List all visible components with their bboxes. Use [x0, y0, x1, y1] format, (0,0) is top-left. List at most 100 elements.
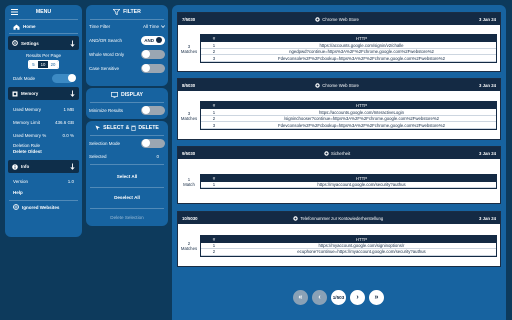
match-table: # HTTP 1 https://myaccount.google.com/signi…: [200, 234, 497, 257]
result-site-title[interactable]: Chrome Web Store: [322, 83, 359, 88]
result-card[interactable]: 8/5030 Chrome Web Store 3 Jan 24 3 Matches # H…: [177, 78, 501, 140]
rpp-option-5[interactable]: 5: [29, 61, 38, 68]
select-delete-header[interactable]: SELECT & DELETE: [86, 121, 168, 135]
rpp-option-10[interactable]: 10: [38, 61, 48, 68]
result-card[interactable]: 9/5030 Sicherheit 3 Jan 24 1 Match # HTTP 1 http…: [177, 146, 501, 204]
minimize-results-label: Minimize Results: [89, 107, 124, 113]
match-count: 1 Match: [178, 159, 200, 204]
memory-limit-label: Memory Limit: [13, 120, 41, 125]
home-label: Home: [23, 24, 36, 29]
delete-label: DELETE: [138, 125, 159, 131]
match-table: # HTTP 1 https://accounts.google.com/signin…: [200, 34, 497, 63]
selection-mode-label: Selection Mode: [89, 140, 121, 146]
row-url[interactable]: https://myaccount.google.com/security?au…: [227, 182, 496, 187]
deletion-rule-value[interactable]: Delete Oldest: [13, 149, 74, 155]
whole-word-toggle[interactable]: [141, 49, 165, 59]
row-url[interactable]: Fdevconsole%2F%2Fcbookup=https%3A%2F%2Fc…: [227, 123, 496, 128]
rpp-option-20[interactable]: 20: [48, 61, 58, 68]
used-memory-pct-value: 0.0 %: [62, 133, 74, 138]
home-button[interactable]: Home: [5, 20, 82, 33]
select-all-button[interactable]: Select All: [86, 167, 168, 187]
ignored-websites-button[interactable]: Ignored Websites: [5, 201, 82, 213]
row-url[interactable]: ngedpwd?continue=https%3A%2F%2Fchrome.go…: [227, 49, 496, 54]
filter-funnel-icon: [113, 9, 121, 15]
column-header-http: HTTP: [355, 236, 368, 242]
info-section-header[interactable]: Info: [8, 160, 79, 173]
menu-header[interactable]: MENU: [5, 5, 82, 19]
used-memory-label: Used Memory: [13, 107, 42, 112]
deselect-all-button[interactable]: Deselect All: [86, 188, 168, 208]
next-page-button[interactable]: ›: [350, 290, 365, 305]
site-favicon-icon: [315, 82, 320, 88]
display-header[interactable]: DISPLAY: [86, 88, 168, 102]
time-filter-select[interactable]: All Time: [143, 24, 165, 29]
last-page-button[interactable]: »: [369, 290, 384, 305]
prev-page-button[interactable]: ‹: [312, 290, 327, 305]
first-page-button[interactable]: «: [293, 290, 308, 305]
filter-header[interactable]: FILTER: [86, 5, 168, 19]
case-sensitive-toggle[interactable]: [141, 63, 165, 73]
result-site-title[interactable]: Telefonnummer zur Kontowiederherstellung: [300, 216, 383, 221]
site-favicon-icon: [293, 215, 299, 221]
table-row[interactable]: 1 https://myaccount.google.com/security?a…: [201, 182, 496, 189]
used-memory-value: 1 MB: [63, 107, 74, 112]
last-page-icon: »: [374, 294, 379, 301]
filter-panel: FILTER Time Filter All Time AND/OR Searc…: [86, 5, 168, 86]
result-site-title[interactable]: Chrome Web Store: [322, 17, 359, 22]
whole-word-label: Whole Word Only: [89, 51, 125, 57]
help-label: Help: [13, 190, 23, 195]
result-date: 3 Jan 24: [479, 215, 496, 221]
minimize-results-toggle[interactable]: [141, 105, 165, 115]
result-site-title[interactable]: Sicherheit: [331, 151, 350, 156]
delete-selection-button[interactable]: Delete Selection: [86, 209, 168, 227]
column-header-number: #: [212, 175, 216, 181]
selection-mode-toggle[interactable]: [141, 138, 165, 148]
info-title: Info: [21, 164, 30, 169]
row-number: 3: [212, 55, 216, 61]
row-number: 1: [212, 242, 216, 248]
row-number: 2: [212, 116, 216, 121]
andor-toggle[interactable]: AND: [141, 35, 165, 45]
filter-title: FILTER: [123, 9, 141, 15]
result-card[interactable]: 10/5030 Telefonnummer zur Kontowiederhers…: [177, 211, 501, 267]
row-url[interactable]: https://myaccount.google.com/signinoptio…: [227, 243, 496, 248]
column-header-number: #: [212, 36, 216, 42]
dark-mode-toggle[interactable]: [52, 73, 76, 83]
row-url[interactable]: https://accounts.google.com/InteractiveL…: [227, 110, 496, 115]
memory-title: Memory: [21, 91, 39, 96]
result-card-header: 9/5030 Sicherheit 3 Jan 24: [178, 147, 500, 159]
row-url[interactable]: /signinchooser?continue=https%3A%2F%2Fch…: [227, 116, 496, 121]
table-row[interactable]: 3 Fdevconsole%2F%2Fcbookup=https%3A%2F%2F…: [201, 122, 496, 129]
result-index: 7/5030: [182, 16, 196, 22]
match-count: 3 Matches: [178, 91, 200, 140]
column-header-http: HTTP: [355, 36, 368, 42]
row-url[interactable]: https://accounts.google.com/signin/v2/ch…: [227, 43, 496, 48]
row-number: 1: [212, 42, 216, 48]
settings-section-header[interactable]: Settings: [8, 36, 79, 50]
home-icon: [13, 24, 20, 30]
hamburger-icon: [11, 9, 18, 15]
match-count: 3 Matches: [178, 25, 200, 72]
table-header: # HTTP: [201, 35, 496, 43]
dark-mode-label: Dark Mode: [13, 75, 36, 81]
select-delete-panel: SELECT & DELETE Selection Mode Selected …: [86, 121, 168, 226]
result-index: 10/5030: [182, 215, 198, 221]
table-row[interactable]: 2 ecuphone?continue=https://myaccount.goo…: [201, 249, 496, 256]
site-favicon-icon: [315, 16, 320, 22]
memory-section-header[interactable]: Memory: [8, 87, 79, 100]
selected-label: Selected: [89, 153, 107, 159]
monitor-icon: [111, 92, 118, 98]
andor-value: AND: [144, 37, 154, 43]
help-link[interactable]: Help: [5, 187, 82, 198]
table-row[interactable]: 3 Fdevconsole%2F%2Fcbookup=https%3A%2F%2F…: [201, 55, 496, 62]
globe-icon: [13, 204, 19, 210]
row-number: 1: [212, 182, 216, 187]
result-index: 9/5030: [182, 150, 196, 156]
row-url[interactable]: ecuphone?continue=https://myaccount.goog…: [227, 249, 496, 254]
row-url[interactable]: Fdevconsole%2F%2Fcbookup=https%3A%2F%2Fc…: [227, 56, 496, 61]
table-header: # HTTP: [201, 102, 496, 110]
gear-icon: [12, 40, 18, 46]
column-header-http: HTTP: [355, 103, 368, 109]
menu-title: MENU: [35, 9, 52, 15]
result-card[interactable]: 7/5030 Chrome Web Store 3 Jan 24 3 Matches # H…: [177, 12, 501, 72]
